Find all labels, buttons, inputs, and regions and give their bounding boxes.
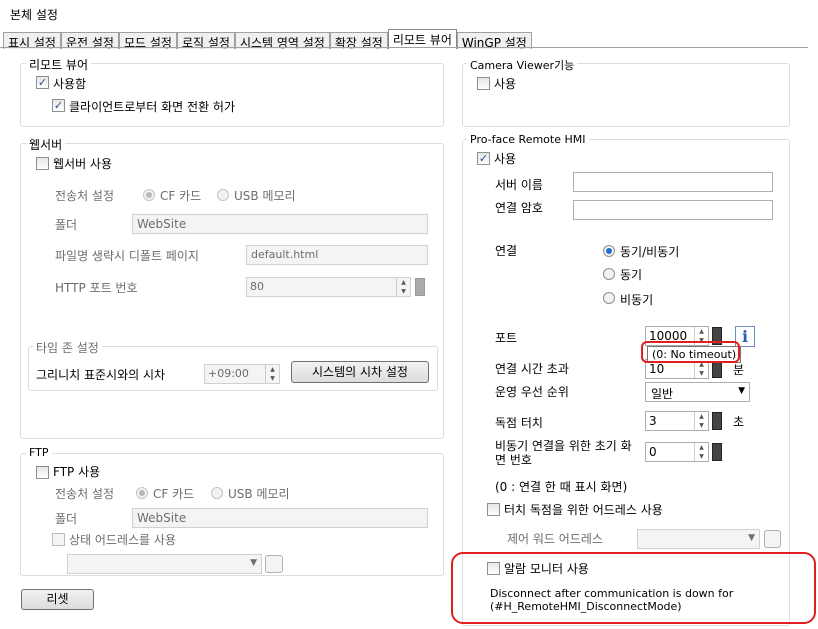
password-label: 연결 암호 xyxy=(495,201,543,215)
sync-async-radio[interactable] xyxy=(603,245,615,257)
ftp-dest-label: 전송처 설정 xyxy=(55,487,115,501)
timezone-offset-value: +09:00 xyxy=(208,367,249,380)
control-word-picker-icon[interactable] xyxy=(764,530,781,548)
ftp-folder-label: 폴더 xyxy=(55,512,78,526)
ftp-use-checkbox[interactable] xyxy=(36,466,49,479)
ftp-usb-radio[interactable] xyxy=(211,487,223,499)
camera-viewer-use-checkbox[interactable] xyxy=(477,77,490,90)
timezone-offset-spinner[interactable]: ▲ ▼ xyxy=(265,365,279,383)
exclusive-touch-keypad-icon[interactable] xyxy=(712,412,722,430)
camera-viewer-group-label: Camera Viewer기능 xyxy=(467,57,578,73)
server-name-input[interactable] xyxy=(573,172,773,192)
proface-use-label: 사용 xyxy=(494,152,517,166)
webserver-usb-label: USB 메모리 xyxy=(234,189,296,203)
ftp-usb-label: USB 메모리 xyxy=(228,487,290,501)
exclusive-touch-spinner[interactable]: ▲ ▼ xyxy=(694,412,708,430)
touch-address-label: 터치 독점을 위한 어드레스 사용 xyxy=(504,503,663,517)
http-port-value: 80 xyxy=(250,280,264,293)
http-port-input[interactable]: 80 ▲ ▼ xyxy=(246,277,411,297)
connection-label: 연결 xyxy=(495,244,518,258)
remote-viewer-use-label: 사용함 xyxy=(53,77,87,91)
default-page-label: 파일명 생략시 디폴트 페이지 xyxy=(55,249,199,263)
reset-button[interactable]: 리셋 xyxy=(21,589,94,610)
webserver-group-label: 웹서버 xyxy=(26,136,66,153)
status-address-combo[interactable]: ▼ xyxy=(67,554,262,574)
remote-viewer-group-label: 리모트 뷰어 xyxy=(26,56,92,73)
tab-remote-viewer[interactable]: 리모트 뷰어 xyxy=(387,29,457,49)
port-label: 포트 xyxy=(495,331,518,345)
ftp-cf-label: CF 카드 xyxy=(153,487,195,501)
async-note: (0 : 연결 한 때 표시 화면) xyxy=(495,480,628,494)
sync-async-label: 동기/비동기 xyxy=(620,245,680,259)
sync-label: 동기 xyxy=(620,268,643,282)
webserver-dest-label: 전송처 설정 xyxy=(55,189,115,203)
http-port-keypad-icon[interactable] xyxy=(415,278,425,296)
webserver-folder-label: 폴더 xyxy=(55,218,78,232)
password-input[interactable] xyxy=(573,200,773,220)
webserver-use-checkbox[interactable] xyxy=(36,157,49,170)
exclusive-touch-value: 3 xyxy=(649,414,657,428)
default-page-input[interactable]: default.html xyxy=(246,245,428,265)
remote-viewer-use-checkbox[interactable] xyxy=(36,76,49,89)
window-title: 본체 설정 xyxy=(10,8,58,22)
http-port-label: HTTP 포트 번호 xyxy=(55,281,138,295)
control-word-label: 제어 워드 어드레스 xyxy=(507,532,603,546)
timeout-unit: 분 xyxy=(733,363,745,377)
priority-value: 일반 xyxy=(651,387,674,401)
status-address-checkbox[interactable] xyxy=(52,533,65,546)
allow-screen-switch-checkbox[interactable] xyxy=(52,99,65,112)
async-screen-input[interactable]: 0 ▲ ▼ xyxy=(645,442,709,462)
timezone-offset-input[interactable]: +09:00 ▲ ▼ xyxy=(204,364,280,384)
control-word-combo[interactable]: ▼ xyxy=(637,529,760,549)
proface-group-label: Pro-face Remote HMI xyxy=(467,133,589,146)
async-screen-label: 비동기 연결을 위한 초기 화면 번호 xyxy=(495,439,632,467)
tab-divider xyxy=(0,47,808,48)
status-address-label: 상태 어드레스를 사용 xyxy=(69,533,176,547)
webserver-folder-input[interactable]: WebSite xyxy=(132,214,428,234)
timeout-label: 연결 시간 초과 xyxy=(495,362,569,376)
priority-label: 운영 우선 순위 xyxy=(495,385,569,399)
priority-combo[interactable]: 일반 ▼ xyxy=(645,382,750,402)
http-port-spinner[interactable]: ▲ ▼ xyxy=(396,278,410,296)
camera-viewer-use-label: 사용 xyxy=(494,77,517,91)
webserver-usb-radio[interactable] xyxy=(217,189,229,201)
exclusive-touch-unit: 초 xyxy=(733,415,745,429)
async-screen-keypad-icon[interactable] xyxy=(712,443,722,461)
async-label: 비동기 xyxy=(620,293,654,307)
address-picker-icon[interactable] xyxy=(265,555,283,573)
touch-address-checkbox[interactable] xyxy=(487,503,500,516)
webserver-cf-label: CF 카드 xyxy=(160,189,202,203)
webserver-use-label: 웹서버 사용 xyxy=(53,157,113,171)
server-name-label: 서버 이름 xyxy=(495,178,543,192)
ftp-folder-input[interactable]: WebSite xyxy=(132,508,428,528)
tooltip-highlight xyxy=(641,341,740,363)
ftp-group-label: FTP xyxy=(26,446,52,459)
ftp-cf-radio[interactable] xyxy=(136,487,148,499)
chevron-down-icon: ▼ xyxy=(738,386,745,396)
timeout-value: 10 xyxy=(649,362,665,376)
chevron-down-icon: ▼ xyxy=(748,533,755,543)
timezone-group-label: 타임 존 설정 xyxy=(33,339,102,356)
allow-screen-switch-label: 클라이언트로부터 화면 전환 허가 xyxy=(69,100,236,114)
tab-bar: 표시 설정 운전 설정 모드 설정 로직 설정 시스템 영역 설정 확장 설정 … xyxy=(3,29,532,50)
sync-radio[interactable] xyxy=(603,268,615,280)
async-radio[interactable] xyxy=(603,292,615,304)
alarm-highlight xyxy=(451,552,816,624)
async-screen-spinner[interactable]: ▲ ▼ xyxy=(694,443,708,461)
greenwich-offset-label: 그리니치 표준시와의 시차 xyxy=(36,368,166,382)
proface-use-checkbox[interactable] xyxy=(477,152,490,165)
exclusive-touch-input[interactable]: 3 ▲ ▼ xyxy=(645,411,709,431)
exclusive-touch-label: 독점 터치 xyxy=(495,416,543,430)
webserver-cf-radio[interactable] xyxy=(143,189,155,201)
async-screen-value: 0 xyxy=(649,445,657,459)
ftp-use-label: FTP 사용 xyxy=(53,465,101,479)
set-system-offset-button[interactable]: 시스템의 시차 설정 xyxy=(291,361,429,383)
chevron-down-icon: ▼ xyxy=(250,558,257,568)
